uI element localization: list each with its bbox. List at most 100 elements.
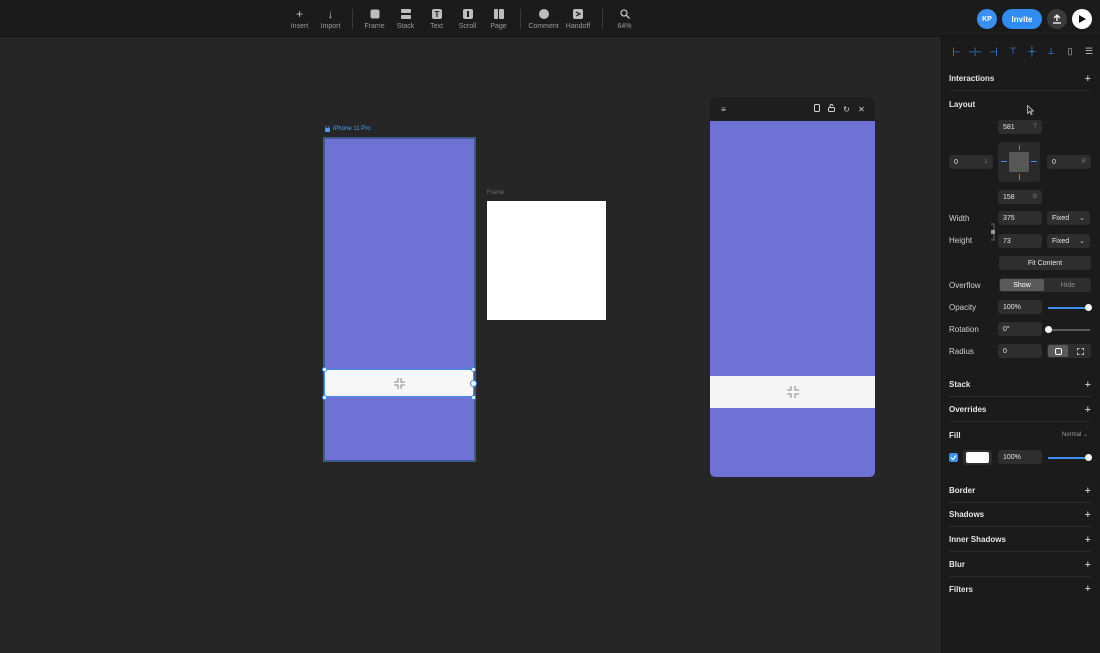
opacity-slider[interactable]	[1048, 304, 1092, 311]
frame-label[interactable]: Frame	[487, 190, 504, 196]
radius-uniform-option[interactable]	[1048, 345, 1068, 357]
blur-section[interactable]: Blur +	[949, 553, 1091, 577]
resize-handle-bottom-right[interactable]	[471, 395, 476, 400]
toolbar-handoff-button[interactable]: Handoff	[560, 0, 596, 37]
distribute-v-icon[interactable]: ☰	[1083, 45, 1095, 57]
toolbar-comment-button[interactable]: Comment	[527, 0, 560, 37]
filters-section[interactable]: Filters +	[949, 577, 1091, 601]
fill-opacity-slider[interactable]	[1048, 454, 1092, 461]
opacity-slider-fill	[1048, 307, 1088, 309]
constraint-right[interactable]	[1031, 161, 1037, 162]
handoff-icon	[573, 7, 583, 21]
height-mode-select[interactable]: Fixed ⌄	[1047, 234, 1090, 248]
constraint-top[interactable]	[1019, 145, 1020, 150]
white-frame[interactable]	[487, 201, 606, 320]
avatar[interactable]: KP	[977, 9, 997, 29]
overflow-show-option[interactable]: Show	[1000, 279, 1044, 291]
chevron-down-icon: ⌄	[1079, 238, 1085, 245]
toolbar-text-button[interactable]: T Text	[421, 0, 452, 37]
opacity-field[interactable]: 100%	[998, 300, 1042, 314]
constraint-left[interactable]	[1001, 161, 1007, 162]
connect-handle-right[interactable]	[470, 380, 477, 387]
frame-label-iphone[interactable]: iPhone 11 Pro	[325, 126, 371, 132]
chevron-down-icon: ⌄	[1079, 215, 1085, 222]
align-right-icon[interactable]: –|	[988, 45, 1000, 57]
align-bottom-icon[interactable]: ⊥	[1045, 45, 1057, 57]
border-section[interactable]: Border +	[949, 479, 1091, 503]
toolbar-scroll-button[interactable]: Scroll	[452, 0, 483, 37]
alignment-toolbar: |– –|– –| ⊤ ┼ ⊥ ▯ ☰	[950, 45, 1095, 57]
toolbar-zoom-button[interactable]: 64%	[609, 0, 640, 37]
mouse-cursor-icon	[1027, 105, 1035, 115]
fill-color-well[interactable]	[963, 450, 992, 465]
toolbar-insert-button[interactable]: + Insert	[284, 0, 315, 37]
rotation-slider[interactable]	[1045, 326, 1090, 333]
width-mode-select[interactable]: Fixed ⌄	[1047, 211, 1090, 225]
height-field[interactable]: 73	[998, 234, 1042, 248]
iphone-frame[interactable]	[323, 137, 476, 462]
overrides-section[interactable]: Overrides +	[949, 398, 1091, 422]
overflow-hide-option[interactable]: Hide	[1046, 279, 1090, 291]
distribute-h-icon[interactable]: ▯	[1064, 45, 1076, 57]
add-border-icon[interactable]: +	[1085, 485, 1091, 497]
toolbar-divider	[602, 8, 603, 29]
toolbar-import-button[interactable]: ↓ Import	[315, 0, 346, 37]
radius-field[interactable]: 0	[998, 344, 1042, 358]
fill-opacity-field[interactable]: 100%	[998, 450, 1042, 464]
toolbar-frame-button[interactable]: Frame	[359, 0, 390, 37]
align-center-v-icon[interactable]: ┼	[1026, 45, 1038, 57]
right-offset-field[interactable]: 0R	[1047, 155, 1091, 169]
fill-blend-select[interactable]: Normal ⌄	[1062, 431, 1088, 438]
add-filter-icon[interactable]: +	[1085, 583, 1091, 595]
fit-content-button[interactable]: Fit Content	[999, 256, 1091, 270]
top-offset-field[interactable]: 581 T	[998, 120, 1042, 134]
add-inner-shadow-icon[interactable]: +	[1085, 534, 1091, 546]
resize-handle-bottom-left[interactable]	[322, 395, 327, 400]
fill-enabled-checkbox[interactable]	[949, 453, 958, 462]
resize-handle-top-left[interactable]	[322, 367, 327, 372]
constraint-bottom[interactable]	[1019, 174, 1020, 180]
resize-handle-top-right[interactable]	[471, 367, 476, 372]
add-override-icon[interactable]: +	[1085, 404, 1091, 416]
align-left-icon[interactable]: |–	[950, 45, 962, 57]
stack-icon	[400, 7, 411, 21]
radius-uniform-icon	[1054, 347, 1062, 355]
menu-icon[interactable]: ≡	[716, 105, 731, 114]
left-offset-field[interactable]: 0L	[949, 155, 993, 169]
opacity-slider-knob[interactable]	[1085, 304, 1092, 311]
unlock-icon[interactable]	[824, 104, 839, 114]
interactions-section[interactable]: Interactions +	[949, 67, 1091, 91]
inner-shadows-section[interactable]: Inner Shadows +	[949, 528, 1091, 552]
rotation-slider-knob[interactable]	[1045, 326, 1052, 333]
shadows-section[interactable]: Shadows +	[949, 503, 1091, 527]
constraints-widget[interactable]	[998, 142, 1040, 182]
check-icon	[950, 455, 957, 461]
invite-button[interactable]: Invite	[1002, 9, 1042, 29]
overflow-segmented-control: Show Hide	[999, 278, 1091, 292]
add-blur-icon[interactable]: +	[1085, 559, 1091, 571]
width-field[interactable]: 375	[998, 211, 1042, 225]
radius-individual-option[interactable]	[1070, 345, 1090, 357]
toolbar-divider	[520, 8, 521, 29]
aspect-lock-icon[interactable]	[990, 222, 996, 242]
add-interaction-icon[interactable]: +	[1085, 73, 1091, 85]
stack-section[interactable]: Stack +	[949, 373, 1091, 397]
close-icon[interactable]: ✕	[854, 105, 869, 114]
selected-bar-element[interactable]	[324, 369, 474, 397]
device-icon[interactable]	[809, 104, 824, 114]
upload-button[interactable]	[1047, 9, 1067, 29]
preview-play-button[interactable]	[1072, 9, 1092, 29]
reload-icon[interactable]: ↻	[839, 105, 854, 114]
radius-mode-control	[1047, 344, 1091, 358]
toolbar-stack-button[interactable]: Stack	[390, 0, 421, 37]
constraint-center	[1009, 152, 1029, 172]
rotation-field[interactable]: 0°	[998, 322, 1042, 336]
fill-slider-knob[interactable]	[1085, 454, 1092, 461]
align-top-icon[interactable]: ⊤	[1007, 45, 1019, 57]
align-center-h-icon[interactable]: –|–	[969, 45, 981, 57]
bottom-offset-field[interactable]: 158 B	[998, 190, 1042, 204]
comment-icon	[538, 7, 549, 21]
add-shadow-icon[interactable]: +	[1085, 509, 1091, 521]
toolbar-page-button[interactable]: Page	[483, 0, 514, 37]
add-stack-icon[interactable]: +	[1085, 379, 1091, 391]
